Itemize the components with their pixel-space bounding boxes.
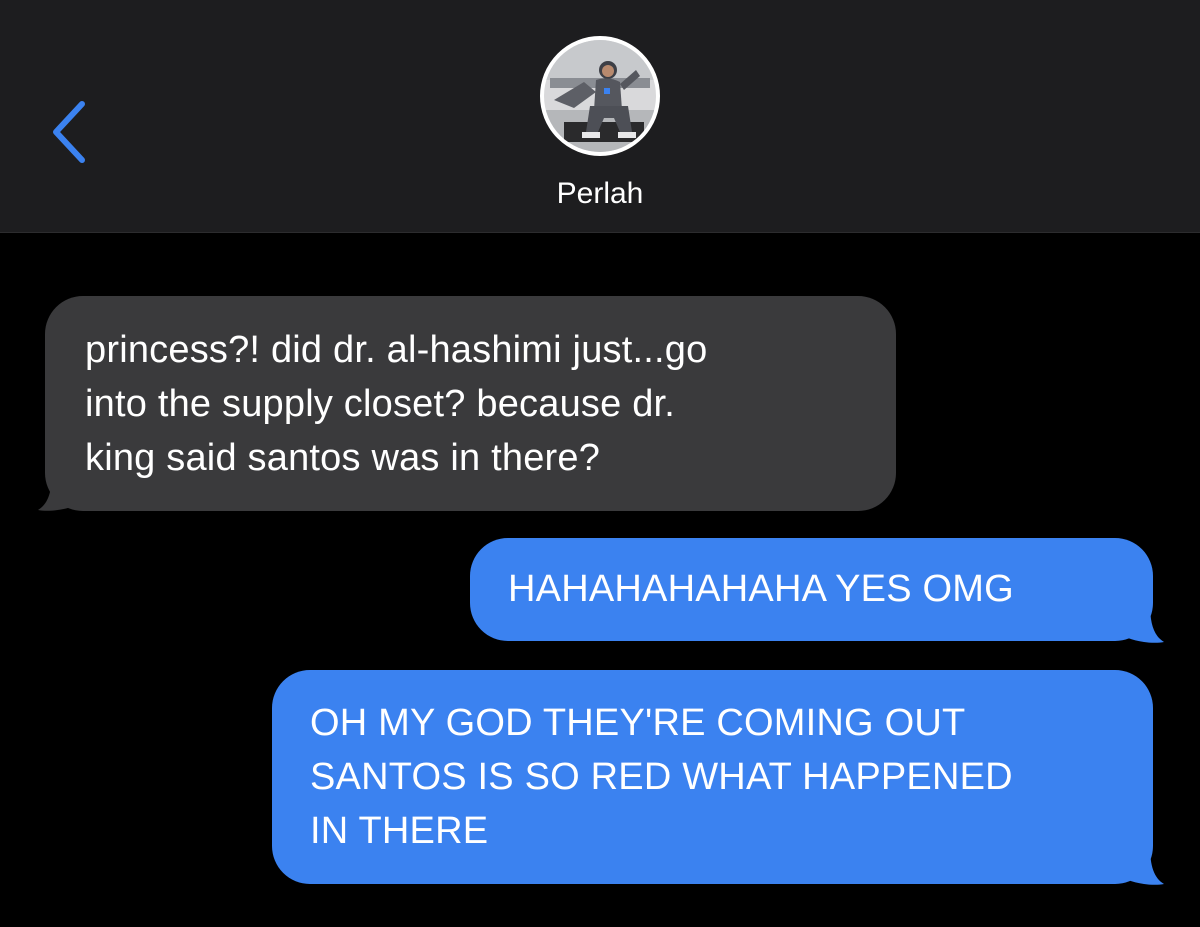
contact-avatar[interactable] xyxy=(540,36,660,156)
message-bubble-incoming[interactable]: princess?! did dr. al-hashimi just...go … xyxy=(45,296,896,511)
messages-screen: Perlah princess?! did dr. al-hashimi jus… xyxy=(0,0,1200,927)
bubble-tail-outgoing xyxy=(1128,604,1164,643)
conversation-header: Perlah xyxy=(0,0,1200,233)
contact-name[interactable]: Perlah xyxy=(0,174,1200,214)
bubble-tail-incoming xyxy=(38,472,74,511)
chevron-left-icon xyxy=(53,101,85,163)
bubble-tail-outgoing xyxy=(1128,846,1164,885)
message-text: princess?! did dr. al-hashimi just...go … xyxy=(85,329,708,479)
message-bubble-outgoing[interactable]: OH MY GOD THEY'RE COMING OUT SANTOS IS S… xyxy=(272,670,1153,884)
message-text: OH MY GOD THEY'RE COMING OUT SANTOS IS S… xyxy=(310,702,1013,852)
message-bubble-outgoing[interactable]: HAHAHAHAHAHA YES OMG xyxy=(470,538,1153,641)
back-button[interactable] xyxy=(44,92,104,172)
message-text: HAHAHAHAHAHA YES OMG xyxy=(508,568,1014,610)
contact-photo xyxy=(544,40,656,152)
